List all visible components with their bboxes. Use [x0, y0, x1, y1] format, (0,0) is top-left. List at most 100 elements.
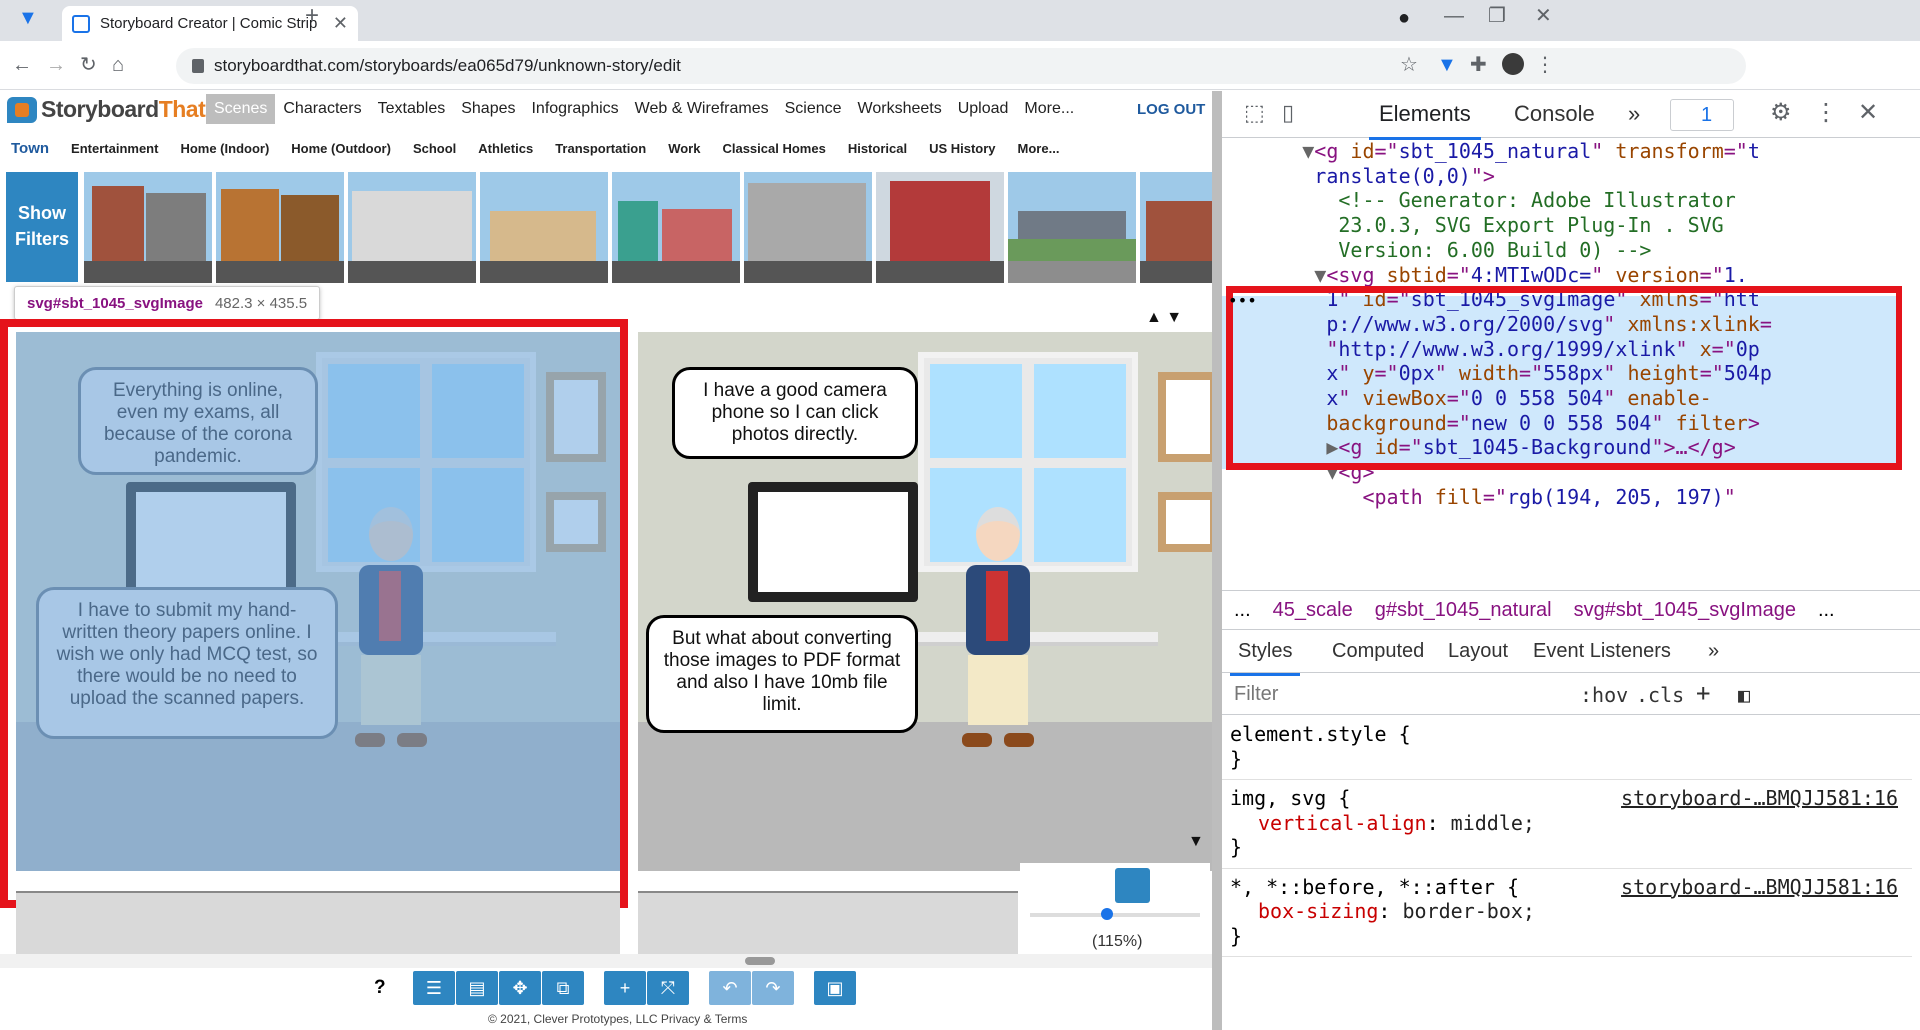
category-entertainment[interactable]: Entertainment	[60, 141, 169, 156]
extensions-puzzle-icon[interactable]: ✚	[1470, 55, 1487, 75]
speech-bubble-2b[interactable]: But what about converting those images t…	[646, 615, 918, 733]
inspect-element-icon[interactable]: ⬚	[1244, 102, 1265, 124]
undo-button[interactable]: ↶	[709, 971, 751, 1005]
zoom-slider-handle[interactable]	[1100, 908, 1113, 920]
styles-filter-input[interactable]: Filter	[1234, 683, 1278, 706]
css-rule[interactable]: img, svg {storyboard-…BMQJJ581:16 vertica…	[1222, 780, 1912, 869]
crumb-svgimage[interactable]: svg#sbt_1045_svgImage	[1574, 599, 1796, 622]
crumb-scale[interactable]: 45_scale	[1273, 599, 1353, 622]
comic-cell-3-preview[interactable]	[16, 891, 620, 954]
tab-event-listeners[interactable]: Event Listeners	[1533, 640, 1671, 663]
logout-link[interactable]: LOG OUT	[1137, 101, 1205, 118]
rule-source-link[interactable]: storyboard-…BMQJJ581:16	[1621, 786, 1898, 811]
scene-thumbnail[interactable]	[876, 172, 1004, 283]
hov-toggle[interactable]: :hov	[1580, 683, 1628, 707]
nav-web-wireframes[interactable]: Web & Wireframes	[627, 94, 777, 124]
category-more[interactable]: More...	[1007, 141, 1071, 156]
settings-gear-icon[interactable]: ⚙	[1770, 101, 1792, 125]
tab-close-icon[interactable]: ✕	[333, 13, 348, 34]
crumb-natural[interactable]: g#sbt_1045_natural	[1375, 599, 1552, 622]
dom-line[interactable]: ▼<g id="sbt_1045_natural" transform="t	[1230, 139, 1902, 164]
tab-layout[interactable]: Layout	[1448, 640, 1508, 663]
category-transportation[interactable]: Transportation	[544, 141, 657, 156]
tab-search-icon[interactable]: ●	[1398, 8, 1410, 28]
scene-thumbnail[interactable]	[348, 172, 476, 283]
css-rule[interactable]: element.style {}	[1222, 716, 1912, 780]
category-us-history[interactable]: US History	[918, 141, 1006, 156]
node-ellipsis-icon[interactable]: •••	[1228, 289, 1257, 314]
more-tabs-icon[interactable]: »	[1628, 101, 1640, 127]
dom-line[interactable]: ranslate(0,0)">	[1230, 164, 1902, 189]
category-historical[interactable]: Historical	[837, 141, 918, 156]
scene-thumbnail[interactable]	[1008, 172, 1136, 283]
cells-button[interactable]: ▤	[456, 971, 498, 1005]
bookmark-star-icon[interactable]: ☆	[1400, 55, 1418, 75]
css-declaration[interactable]: vertical-align: middle;	[1230, 811, 1904, 836]
tab-styles[interactable]: Styles	[1229, 640, 1302, 676]
tab-console[interactable]: Console	[1514, 101, 1595, 127]
nav-science[interactable]: Science	[777, 94, 850, 124]
fullscreen-button[interactable]	[1115, 868, 1150, 903]
save-button[interactable]: ▣	[814, 971, 856, 1005]
dom-line[interactable]: Version: 6.00 Build 0) -->	[1230, 238, 1902, 263]
devtools-splitter[interactable]	[1212, 91, 1222, 1030]
scene-thumbnail[interactable]	[84, 172, 212, 283]
category-home-outdoor[interactable]: Home (Outdoor)	[280, 141, 402, 156]
fit-button[interactable]: ⤧	[647, 971, 689, 1005]
more-style-tabs-icon[interactable]: »	[1708, 640, 1719, 663]
rule-source-link[interactable]: storyboard-…BMQJJ581:16	[1621, 875, 1898, 900]
dom-line[interactable]: 23.0.3, SVG Export Plug-In . SVG	[1230, 213, 1902, 238]
maximize-icon[interactable]: ❐	[1488, 6, 1506, 26]
profile-avatar[interactable]	[1502, 53, 1524, 75]
nav-characters[interactable]: Characters	[275, 94, 369, 124]
comic-cell-2[interactable]: I have a good camera phone so I can clic…	[638, 332, 1212, 871]
horizontal-scrollbar[interactable]	[0, 954, 1212, 968]
nav-textables[interactable]: Textables	[370, 94, 454, 124]
devtools-close-icon[interactable]: ✕	[1858, 101, 1878, 125]
copy-button[interactable]: ⧉	[542, 971, 584, 1005]
tab-elements[interactable]: Elements	[1369, 101, 1481, 140]
css-declaration[interactable]: box-sizing: border-box;	[1230, 899, 1904, 924]
forward-icon[interactable]: →	[46, 55, 66, 75]
toggle-sidebar-icon[interactable]: ◧	[1738, 683, 1750, 707]
expand-down-icon[interactable]: ▼	[1188, 833, 1204, 851]
dom-line[interactable]: ▼<svg sbtid="4:MTIwODc=" version="1.	[1230, 263, 1902, 288]
nav-more[interactable]: More...	[1016, 94, 1082, 124]
cls-toggle[interactable]: .cls	[1636, 683, 1684, 707]
devtools-kebab-icon[interactable]: ⋮	[1814, 101, 1838, 125]
reload-icon[interactable]: ↻	[80, 55, 97, 75]
nav-upload[interactable]: Upload	[950, 94, 1017, 124]
move-row-up-down-icon[interactable]: ▲ ▼	[1146, 309, 1182, 327]
category-school[interactable]: School	[402, 141, 467, 156]
extension-icon[interactable]: ▼	[1437, 55, 1457, 75]
move-button[interactable]: ✥	[499, 971, 541, 1005]
speech-bubble-2a[interactable]: I have a good camera phone so I can clic…	[672, 367, 918, 459]
crumb-ellipsis[interactable]: ...	[1234, 599, 1251, 622]
category-athletics[interactable]: Athletics	[467, 141, 544, 156]
nav-worksheets[interactable]: Worksheets	[850, 94, 950, 124]
nav-infographics[interactable]: Infographics	[523, 94, 626, 124]
css-rule[interactable]: *, *::before, *::after {storyboard-…BMQJ…	[1222, 869, 1912, 957]
nav-scenes[interactable]: Scenes	[206, 94, 276, 124]
nav-shapes[interactable]: Shapes	[453, 94, 523, 124]
scene-thumbnail[interactable]	[612, 172, 740, 283]
crumb-more[interactable]: ...	[1818, 599, 1835, 622]
dom-line[interactable]: <!-- Generator: Adobe Illustrator	[1230, 188, 1902, 213]
category-town[interactable]: Town	[0, 140, 60, 157]
scene-thumbnail[interactable]	[216, 172, 344, 283]
dom-line[interactable]: <path fill="rgb(194, 205, 197)"	[1230, 485, 1902, 510]
minimize-icon[interactable]: —	[1444, 6, 1464, 26]
new-tab-icon[interactable]: +	[305, 4, 319, 28]
tab-computed[interactable]: Computed	[1332, 640, 1424, 663]
category-work[interactable]: Work	[657, 141, 711, 156]
show-filters-button[interactable]: Show Filters	[6, 172, 78, 282]
devtools-scrollbar[interactable]	[1910, 91, 1920, 1030]
help-button[interactable]: ?	[374, 977, 386, 999]
zoom-in-button[interactable]: +	[604, 971, 646, 1005]
scene-thumbnail[interactable]	[1140, 172, 1212, 283]
category-home-indoor[interactable]: Home (Indoor)	[169, 141, 280, 156]
device-toolbar-icon[interactable]: ▯	[1282, 102, 1294, 124]
window-close-icon[interactable]: ✕	[1535, 6, 1552, 26]
new-rule-icon[interactable]: +	[1696, 679, 1710, 707]
redo-button[interactable]: ↷	[752, 971, 794, 1005]
